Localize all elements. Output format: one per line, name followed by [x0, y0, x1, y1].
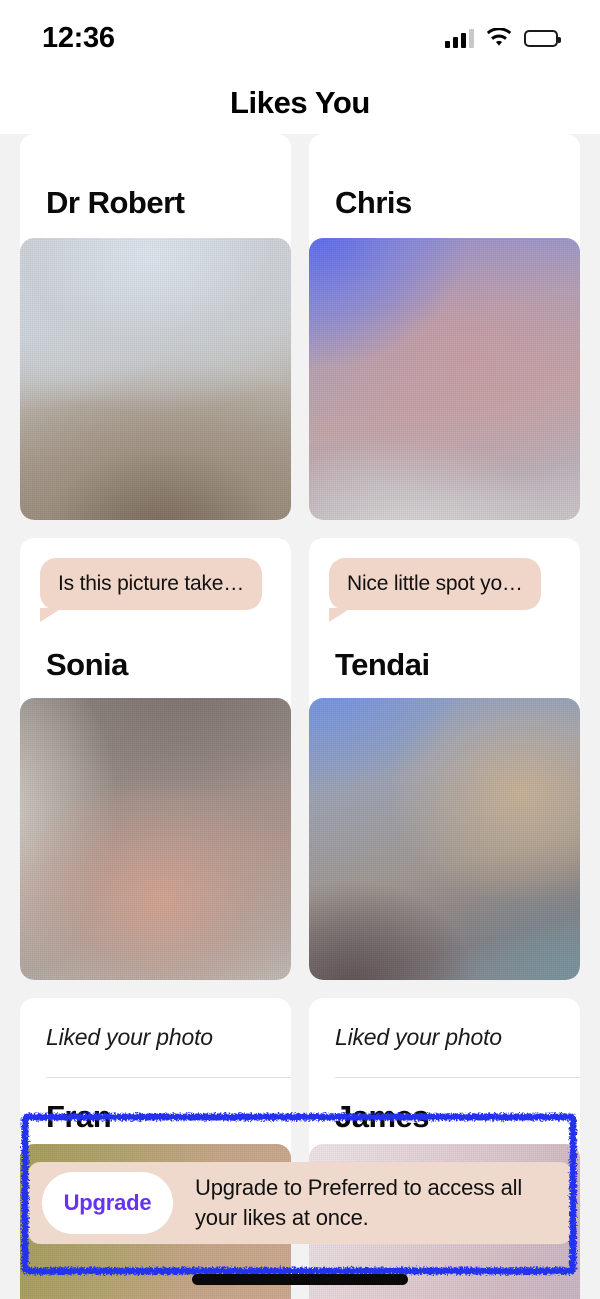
- upgrade-button-label: Upgrade: [63, 1190, 152, 1215]
- message-bubble-text: Nice little spot yo…: [347, 572, 523, 595]
- like-card-photo[interactable]: [309, 238, 580, 520]
- like-card-header: Tendai: [309, 610, 580, 698]
- page-title: Likes You: [230, 85, 370, 120]
- like-card[interactable]: Liked your photo James: [309, 998, 580, 1299]
- like-card-name: Tendai: [335, 647, 430, 683]
- message-bubble[interactable]: Is this picture take…: [40, 558, 263, 610]
- like-card-activity: Liked your photo: [335, 1024, 502, 1050]
- like-card-message-wrap: Nice little spot yo…: [309, 538, 580, 610]
- like-card-name: James: [335, 1099, 430, 1135]
- like-card-header: Sonia: [20, 610, 291, 698]
- like-card-photo[interactable]: [20, 698, 291, 980]
- like-card-message-wrap: Is this picture take…: [20, 538, 291, 610]
- upgrade-banner-message: Upgrade to Preferred to access all your …: [195, 1175, 523, 1230]
- like-card-activity: Liked your photo: [46, 1024, 213, 1050]
- home-indicator: [192, 1274, 408, 1285]
- like-card-photo[interactable]: [20, 238, 291, 520]
- likes-grid: Dr Robert Chris Is this picture take… So…: [0, 134, 600, 1299]
- like-card-photo[interactable]: [309, 698, 580, 980]
- like-card[interactable]: Dr Robert: [20, 134, 291, 520]
- like-card-header: Dr Robert: [20, 134, 291, 238]
- like-card[interactable]: Liked your photo Fran: [20, 998, 291, 1299]
- like-card-name: Chris: [335, 185, 412, 221]
- wifi-icon: [486, 27, 512, 48]
- like-card-name: Fran: [46, 1099, 112, 1135]
- message-bubble[interactable]: Nice little spot yo…: [329, 558, 541, 610]
- status-bar-time: 12:36: [42, 21, 115, 54]
- upgrade-button[interactable]: Upgrade: [42, 1172, 173, 1234]
- status-bar-icons: [445, 24, 561, 48]
- like-card[interactable]: Chris: [309, 134, 580, 520]
- like-card-header: James: [309, 1078, 580, 1144]
- battery-icon: [524, 29, 561, 47]
- like-card-name: Dr Robert: [46, 185, 185, 221]
- page-header: Likes You: [0, 72, 600, 134]
- status-bar: 12:36: [0, 0, 600, 72]
- upgrade-banner: Upgrade Upgrade to Preferred to access a…: [28, 1162, 572, 1244]
- like-card-name: Sonia: [46, 647, 128, 683]
- like-card-header: Chris: [309, 134, 580, 238]
- message-bubble-text: Is this picture take…: [58, 572, 245, 595]
- like-card-header: Fran: [20, 1078, 291, 1144]
- like-card-activity-wrap: Liked your photo: [309, 998, 580, 1051]
- cellular-signal-icon: [445, 28, 474, 48]
- like-card[interactable]: Is this picture take… Sonia: [20, 538, 291, 980]
- like-card[interactable]: Nice little spot yo… Tendai: [309, 538, 580, 980]
- like-card-activity-wrap: Liked your photo: [20, 998, 291, 1051]
- phone-screen: 12:36 Likes You Dr Robert Chris Is this …: [0, 0, 600, 1299]
- likes-scroll-area[interactable]: Dr Robert Chris Is this picture take… So…: [0, 134, 600, 1299]
